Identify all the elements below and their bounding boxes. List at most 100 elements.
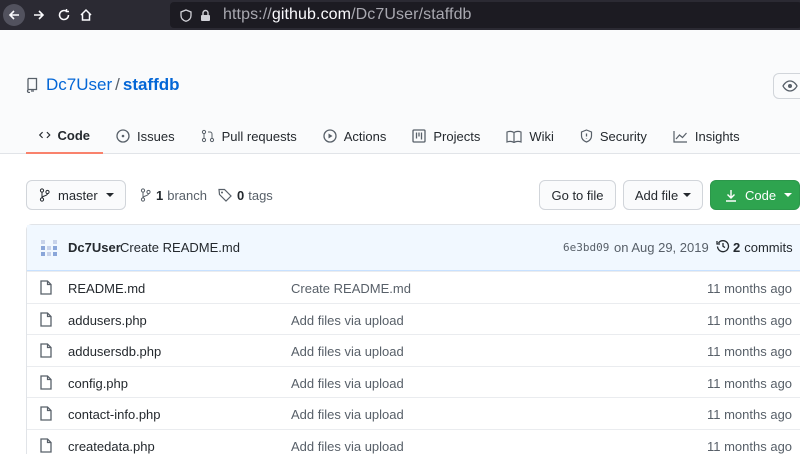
issue-icon [116, 129, 130, 143]
file-name-link[interactable]: addusersdb.php [68, 344, 161, 359]
file-icon [40, 406, 52, 422]
file-toolbar: master 1 branch 0 tags Go to file Add fi… [0, 180, 800, 210]
avatar[interactable] [39, 238, 59, 258]
file-icon [40, 280, 52, 295]
tab-label: Projects [433, 128, 481, 144]
browser-toolbar: https://github.com/Dc7User/staffdb [0, 0, 800, 30]
code-download-button[interactable]: Code [710, 180, 800, 210]
file-listing: Dc7User Create README.md 6e3bd09 on Aug … [26, 224, 800, 454]
file-row[interactable]: addusers.php Add files via upload 11 mon… [27, 302, 800, 335]
file-name-link[interactable]: config.php [68, 376, 128, 391]
repo-header: Dc7User / staffdb Code Issues Pull reque… [0, 30, 800, 154]
reload-icon [58, 9, 70, 21]
branches-count: 1 [156, 187, 164, 203]
file-age: 11 months ago [707, 281, 793, 296]
forward-button[interactable] [28, 4, 50, 26]
chevron-down-icon [784, 193, 793, 197]
repo-owner-link[interactable]: Dc7User [46, 75, 112, 95]
pull-request-icon [201, 129, 214, 143]
play-icon [323, 129, 337, 143]
commit-message-link[interactable]: Create README.md [120, 240, 240, 255]
file-icon [40, 311, 52, 327]
tab-wiki[interactable]: Wiki [493, 118, 567, 154]
eye-icon [782, 80, 798, 92]
file-name-link[interactable]: README.md [68, 281, 145, 296]
chevron-down-icon [683, 193, 692, 197]
tab-label: Issues [137, 128, 175, 144]
file-commit-link[interactable]: Add files via upload [291, 344, 404, 359]
file-age: 11 months ago [707, 438, 793, 454]
branch-icon [140, 188, 151, 202]
commit-sha-link[interactable]: 6e3bd09 [563, 241, 609, 254]
history-icon [716, 240, 730, 253]
branches-link[interactable]: 1 branch [140, 180, 207, 210]
file-age: 11 months ago [707, 375, 793, 391]
code-button-label: Code [745, 187, 777, 203]
file-age: 11 months ago [707, 344, 793, 360]
tab-pull-requests[interactable]: Pull requests [188, 118, 310, 154]
url-text[interactable]: https://github.com/Dc7User/staffdb [223, 6, 472, 24]
tab-label: Actions [343, 128, 387, 144]
tab-label: Security [599, 128, 647, 144]
commit-author-link[interactable]: Dc7User [68, 240, 121, 255]
repo-icon [26, 77, 38, 93]
tags-label: tags [248, 187, 273, 203]
file-row[interactable]: createdata.php Add files via upload 11 m… [27, 428, 800, 454]
go-to-file-label: Go to file [551, 187, 604, 203]
tab-issues[interactable]: Issues [103, 118, 188, 154]
tab-actions[interactable]: Actions [310, 118, 400, 154]
file-commit-link[interactable]: Add files via upload [291, 439, 404, 454]
file-commit-link[interactable]: Add files via upload [291, 313, 404, 328]
graph-icon [673, 130, 687, 143]
repo-separator: / [115, 75, 120, 94]
file-row[interactable]: README.md Create README.md 11 months ago [27, 271, 800, 303]
file-name-link[interactable]: addusers.php [68, 313, 147, 328]
tab-projects[interactable]: Projects [399, 118, 493, 154]
commits-link[interactable]: 2 commits [733, 240, 793, 255]
project-icon [412, 129, 427, 143]
file-commit-link[interactable]: Add files via upload [291, 407, 404, 422]
file-name-link[interactable]: createdata.php [68, 439, 155, 454]
arrow-left-icon [8, 10, 19, 20]
shield-icon[interactable] [180, 8, 192, 22]
file-age: 11 months ago [707, 407, 793, 423]
watch-button[interactable] [773, 73, 800, 99]
file-commit-link[interactable]: Create README.md [291, 281, 411, 296]
file-icon [40, 343, 52, 358]
file-row[interactable]: config.php Add files via upload 11 month… [27, 365, 800, 398]
repo-name-link[interactable]: staffdb [123, 75, 180, 95]
branches-label: branch [167, 187, 207, 203]
home-button[interactable] [75, 4, 97, 26]
file-name-link[interactable]: contact-info.php [68, 407, 161, 422]
repo-title: Dc7User / staffdb [26, 75, 180, 95]
reload-button[interactable] [53, 4, 75, 26]
code-icon [39, 131, 51, 139]
file-age: 11 months ago [707, 312, 793, 328]
file-commit-link[interactable]: Add files via upload [291, 376, 404, 391]
branch-name: master [58, 187, 98, 203]
file-row[interactable]: addusersdb.php Add files via upload 11 m… [27, 334, 800, 366]
tab-code[interactable]: Code [26, 118, 103, 154]
tab-label: Pull requests [221, 128, 297, 144]
tag-icon [218, 188, 232, 202]
file-icon [40, 438, 52, 453]
url-bar[interactable]: https://github.com/Dc7User/staffdb [170, 2, 800, 28]
tags-link[interactable]: 0 tags [218, 180, 273, 210]
add-file-label: Add file [634, 187, 679, 203]
commits-count: 2 [733, 240, 741, 255]
file-icon [40, 375, 52, 390]
branch-select-button[interactable]: master [26, 180, 126, 210]
tab-label: Wiki [529, 128, 554, 144]
go-to-file-button[interactable]: Go to file [539, 180, 616, 210]
tags-count: 0 [237, 187, 245, 203]
back-button[interactable] [3, 4, 25, 26]
tab-label: Code [57, 127, 91, 143]
tab-insights[interactable]: Insights [660, 118, 753, 154]
add-file-button[interactable]: Add file [623, 180, 703, 210]
tab-security[interactable]: Security [567, 118, 660, 154]
arrow-right-icon [34, 10, 45, 20]
branch-icon [39, 188, 50, 202]
commit-date: on Aug 29, 2019 [614, 240, 709, 255]
file-row[interactable]: contact-info.php Add files via upload 11… [27, 397, 800, 429]
lock-icon[interactable] [200, 9, 211, 22]
